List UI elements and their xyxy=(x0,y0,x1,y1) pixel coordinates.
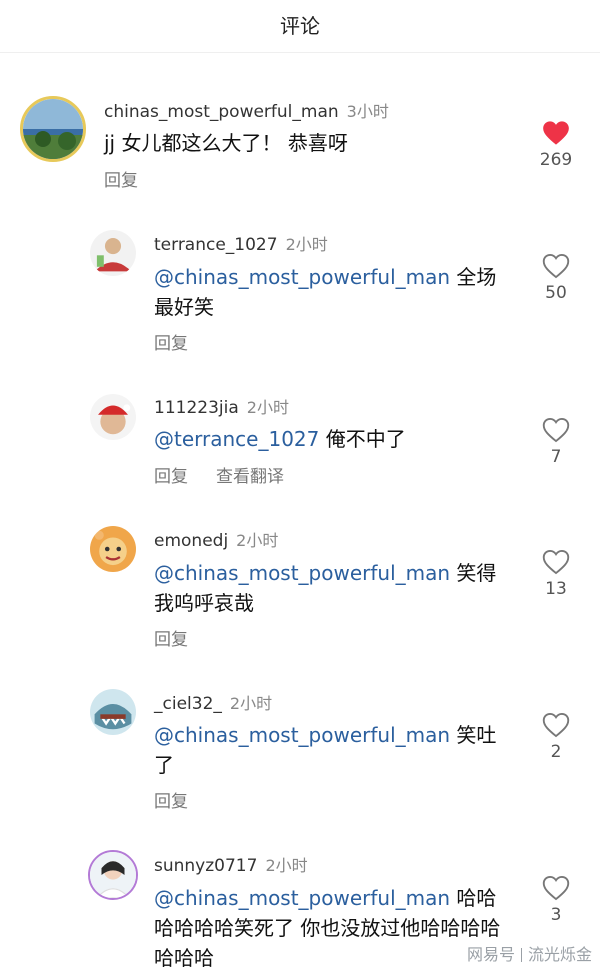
username[interactable]: sunnyz0717 2小时 xyxy=(154,852,308,876)
avatar[interactable] xyxy=(90,689,136,735)
page-title: 评论 xyxy=(280,14,320,38)
comment-text: @chinas_most_powerful_man 全场最好笑 xyxy=(154,265,497,319)
like-button[interactable]: 2 xyxy=(531,712,581,762)
avatar[interactable] xyxy=(90,526,136,572)
heart-outline-icon xyxy=(542,253,570,279)
username[interactable]: terrance_1027 2小时 xyxy=(154,231,328,255)
like-count: 7 xyxy=(550,447,562,467)
comment-text: jj 女儿都这么大了！ 恭喜呀 xyxy=(104,131,348,155)
timestamp: 2小时 xyxy=(229,694,273,713)
heart-outline-icon xyxy=(542,712,570,738)
mention-link[interactable]: @chinas_most_powerful_man xyxy=(154,723,450,747)
comment-text: @chinas_most_powerful_man 哈哈哈哈哈哈笑死了 你也没放… xyxy=(154,886,501,970)
mention-link[interactable]: @chinas_most_powerful_man xyxy=(154,561,450,585)
reply-button[interactable]: 回复 xyxy=(154,467,188,487)
like-count: 269 xyxy=(539,150,573,170)
username[interactable]: _ciel32_ 2小时 xyxy=(154,690,272,714)
username[interactable]: chinas_most_powerful_man 3小时 xyxy=(104,98,389,122)
timestamp: 2小时 xyxy=(285,235,328,254)
like-count: 2 xyxy=(550,742,562,762)
like-count: 3 xyxy=(550,905,562,925)
like-count: 50 xyxy=(545,283,567,303)
avatar[interactable] xyxy=(90,230,136,276)
like-button[interactable]: 50 xyxy=(531,253,581,303)
reply-button[interactable]: 回复 xyxy=(154,625,188,650)
reply-button[interactable]: 回复 xyxy=(104,166,138,191)
like-button[interactable]: 269 xyxy=(531,120,581,170)
timestamp: 2小时 xyxy=(246,398,289,417)
reply-button[interactable]: 回复 xyxy=(154,329,188,354)
avatar[interactable] xyxy=(20,96,86,162)
header: 评论 xyxy=(0,0,600,53)
reply-button[interactable]: 回复 xyxy=(154,787,188,812)
like-button[interactable]: 7 xyxy=(531,417,581,467)
timestamp: 3小时 xyxy=(346,102,389,121)
mention-link[interactable]: @chinas_most_powerful_man xyxy=(154,265,450,289)
heart-filled-icon xyxy=(543,121,569,145)
heart-outline-icon xyxy=(542,875,570,901)
username[interactable]: emonedj 2小时 xyxy=(154,527,278,551)
heart-outline-icon xyxy=(542,417,570,443)
timestamp: 2小时 xyxy=(265,856,308,875)
mention-link[interactable]: @terrance_1027 xyxy=(154,427,319,451)
like-button[interactable]: 3 xyxy=(531,875,581,925)
heart-outline-icon xyxy=(542,549,570,575)
comment-text: @terrance_1027 俺不中了 xyxy=(154,427,406,451)
mention-link[interactable]: @chinas_most_powerful_man xyxy=(154,886,450,910)
watermark: 网易号 流光烁金 xyxy=(466,945,592,964)
reply-actions: 回复 查看翻译 xyxy=(154,462,284,487)
like-count: 13 xyxy=(545,579,567,599)
comment-text: @chinas_most_powerful_man 笑得我呜呼哀哉 xyxy=(154,561,497,615)
comment-text: @chinas_most_powerful_man 笑吐了 xyxy=(154,723,497,777)
timestamp: 2小时 xyxy=(236,531,279,550)
avatar[interactable] xyxy=(88,850,138,900)
username[interactable]: 111223jia 2小时 xyxy=(154,394,289,418)
avatar[interactable] xyxy=(90,394,136,440)
translate-button[interactable]: 查看翻译 xyxy=(216,467,284,487)
like-button[interactable]: 13 xyxy=(531,549,581,599)
